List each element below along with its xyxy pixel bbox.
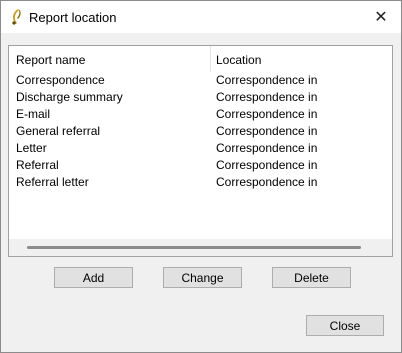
list-row[interactable]: General referral Correspondence in	[9, 123, 392, 140]
row-location: Correspondence in	[216, 124, 318, 138]
row-location: Correspondence in	[216, 90, 318, 104]
horizontal-scrollbar[interactable]	[9, 239, 392, 256]
close-button[interactable]: Close	[306, 315, 384, 336]
column-header-report-name[interactable]: Report name	[16, 53, 85, 67]
row-report-name: General referral	[16, 124, 101, 138]
row-report-name: Referral letter	[16, 175, 89, 189]
list-rows: Correspondence Correspondence in Discharg…	[9, 72, 392, 191]
list-row[interactable]: Referral Correspondence in	[9, 157, 392, 174]
list-row[interactable]: Discharge summary Correspondence in	[9, 89, 392, 106]
column-header-location[interactable]: Location	[216, 53, 261, 67]
row-location: Correspondence in	[216, 158, 318, 172]
add-button[interactable]: Add	[54, 267, 133, 288]
list-row[interactable]: E-mail Correspondence in	[9, 106, 392, 123]
row-report-name: E-mail	[16, 107, 51, 121]
row-report-name: Referral	[16, 158, 59, 172]
row-report-name: Discharge summary	[16, 90, 123, 104]
report-location-dialog: Report location ✕ Report name Location C…	[0, 0, 402, 353]
row-location: Correspondence in	[216, 107, 318, 121]
window-title: Report location	[29, 10, 117, 25]
change-button[interactable]: Change	[163, 267, 242, 288]
list-header: Report name Location	[9, 46, 392, 72]
row-location: Correspondence in	[216, 175, 318, 189]
row-report-name: Letter	[16, 141, 47, 155]
delete-button[interactable]: Delete	[272, 267, 351, 288]
close-window-icon[interactable]: ✕	[361, 1, 401, 33]
list-row[interactable]: Referral letter Correspondence in	[9, 174, 392, 191]
list-row[interactable]: Correspondence Correspondence in	[9, 72, 392, 89]
row-report-name: Correspondence	[16, 73, 105, 87]
column-divider[interactable]	[210, 46, 211, 72]
app-logo-icon	[12, 9, 21, 25]
scrollbar-thumb[interactable]	[27, 246, 361, 249]
report-list[interactable]: Report name Location Correspondence Corre…	[8, 45, 393, 257]
title-bar: Report location ✕	[1, 1, 401, 33]
row-location: Correspondence in	[216, 73, 318, 87]
list-row[interactable]: Letter Correspondence in	[9, 140, 392, 157]
row-location: Correspondence in	[216, 141, 318, 155]
